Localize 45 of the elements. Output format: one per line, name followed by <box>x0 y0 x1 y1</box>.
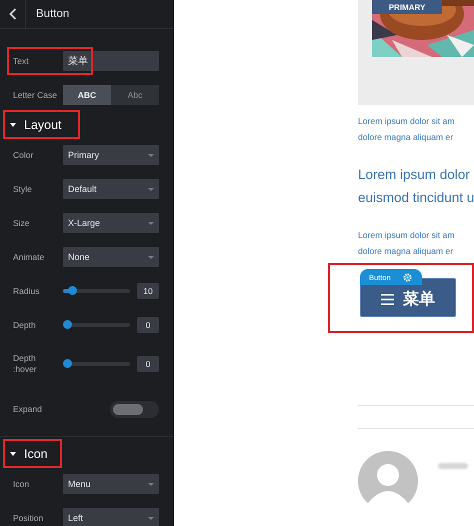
heading-line: euismod tincidunt u <box>358 189 474 207</box>
field-label: Style <box>13 184 33 194</box>
text-field[interactable]: 菜单 <box>63 51 159 71</box>
section-heading[interactable]: Layout <box>24 118 62 132</box>
body-text-line: Lorem ipsum dolor sit am <box>358 115 456 128</box>
value-box[interactable]: 10 <box>137 283 159 299</box>
letter-case-option[interactable]: Abc <box>111 85 159 105</box>
dropdown[interactable]: Primary <box>63 145 159 165</box>
body-text-line: Lorem ipsum dolor sit am <box>358 229 456 242</box>
field-label: Depth <box>13 320 37 330</box>
slider-thumb[interactable] <box>63 320 72 329</box>
slider-thumb[interactable] <box>68 286 77 295</box>
avatar-icon <box>358 451 418 511</box>
dropdown[interactable]: Left <box>63 508 159 526</box>
letter-case-option[interactable]: ABC <box>63 85 111 105</box>
field-label: Depth :hover <box>13 353 38 375</box>
field-label: Position <box>13 512 44 524</box>
dropdown[interactable]: None <box>63 247 159 267</box>
field-label: Animate <box>13 252 46 262</box>
slider-thumb[interactable] <box>63 359 72 368</box>
dropdown[interactable]: X-Large <box>63 213 159 233</box>
field-label: Radius <box>13 286 40 296</box>
field-label: Icon <box>13 478 30 490</box>
expand-icon[interactable] <box>10 123 16 127</box>
panel-title: Button <box>36 8 70 20</box>
section-heading[interactable]: Icon <box>24 447 48 461</box>
expand-icon[interactable] <box>10 452 16 456</box>
field-label: Text <box>13 56 30 66</box>
heading-line: Lorem ipsum dolor <box>358 166 471 184</box>
field-label: Size <box>13 218 31 228</box>
field-label: Expand <box>13 404 43 414</box>
body-text-line: dolore magna aliquam er <box>358 245 454 258</box>
value-box[interactable]: 0 <box>137 356 159 372</box>
settings-icon[interactable] <box>402 272 412 282</box>
toggle-switch[interactable] <box>110 400 159 418</box>
dropdown[interactable]: Default <box>63 179 159 199</box>
dropdown[interactable]: Menu <box>63 474 159 494</box>
menu-icon <box>381 294 394 304</box>
field-label: Letter Case <box>13 90 58 100</box>
body-text-line: dolore magna aliquam er <box>358 131 454 144</box>
blurred-name <box>438 463 468 469</box>
image-badge: PRIMARY <box>372 0 442 14</box>
back-icon <box>8 8 16 20</box>
field-label: Color <box>13 150 34 160</box>
value-box[interactable]: 0 <box>137 317 159 333</box>
